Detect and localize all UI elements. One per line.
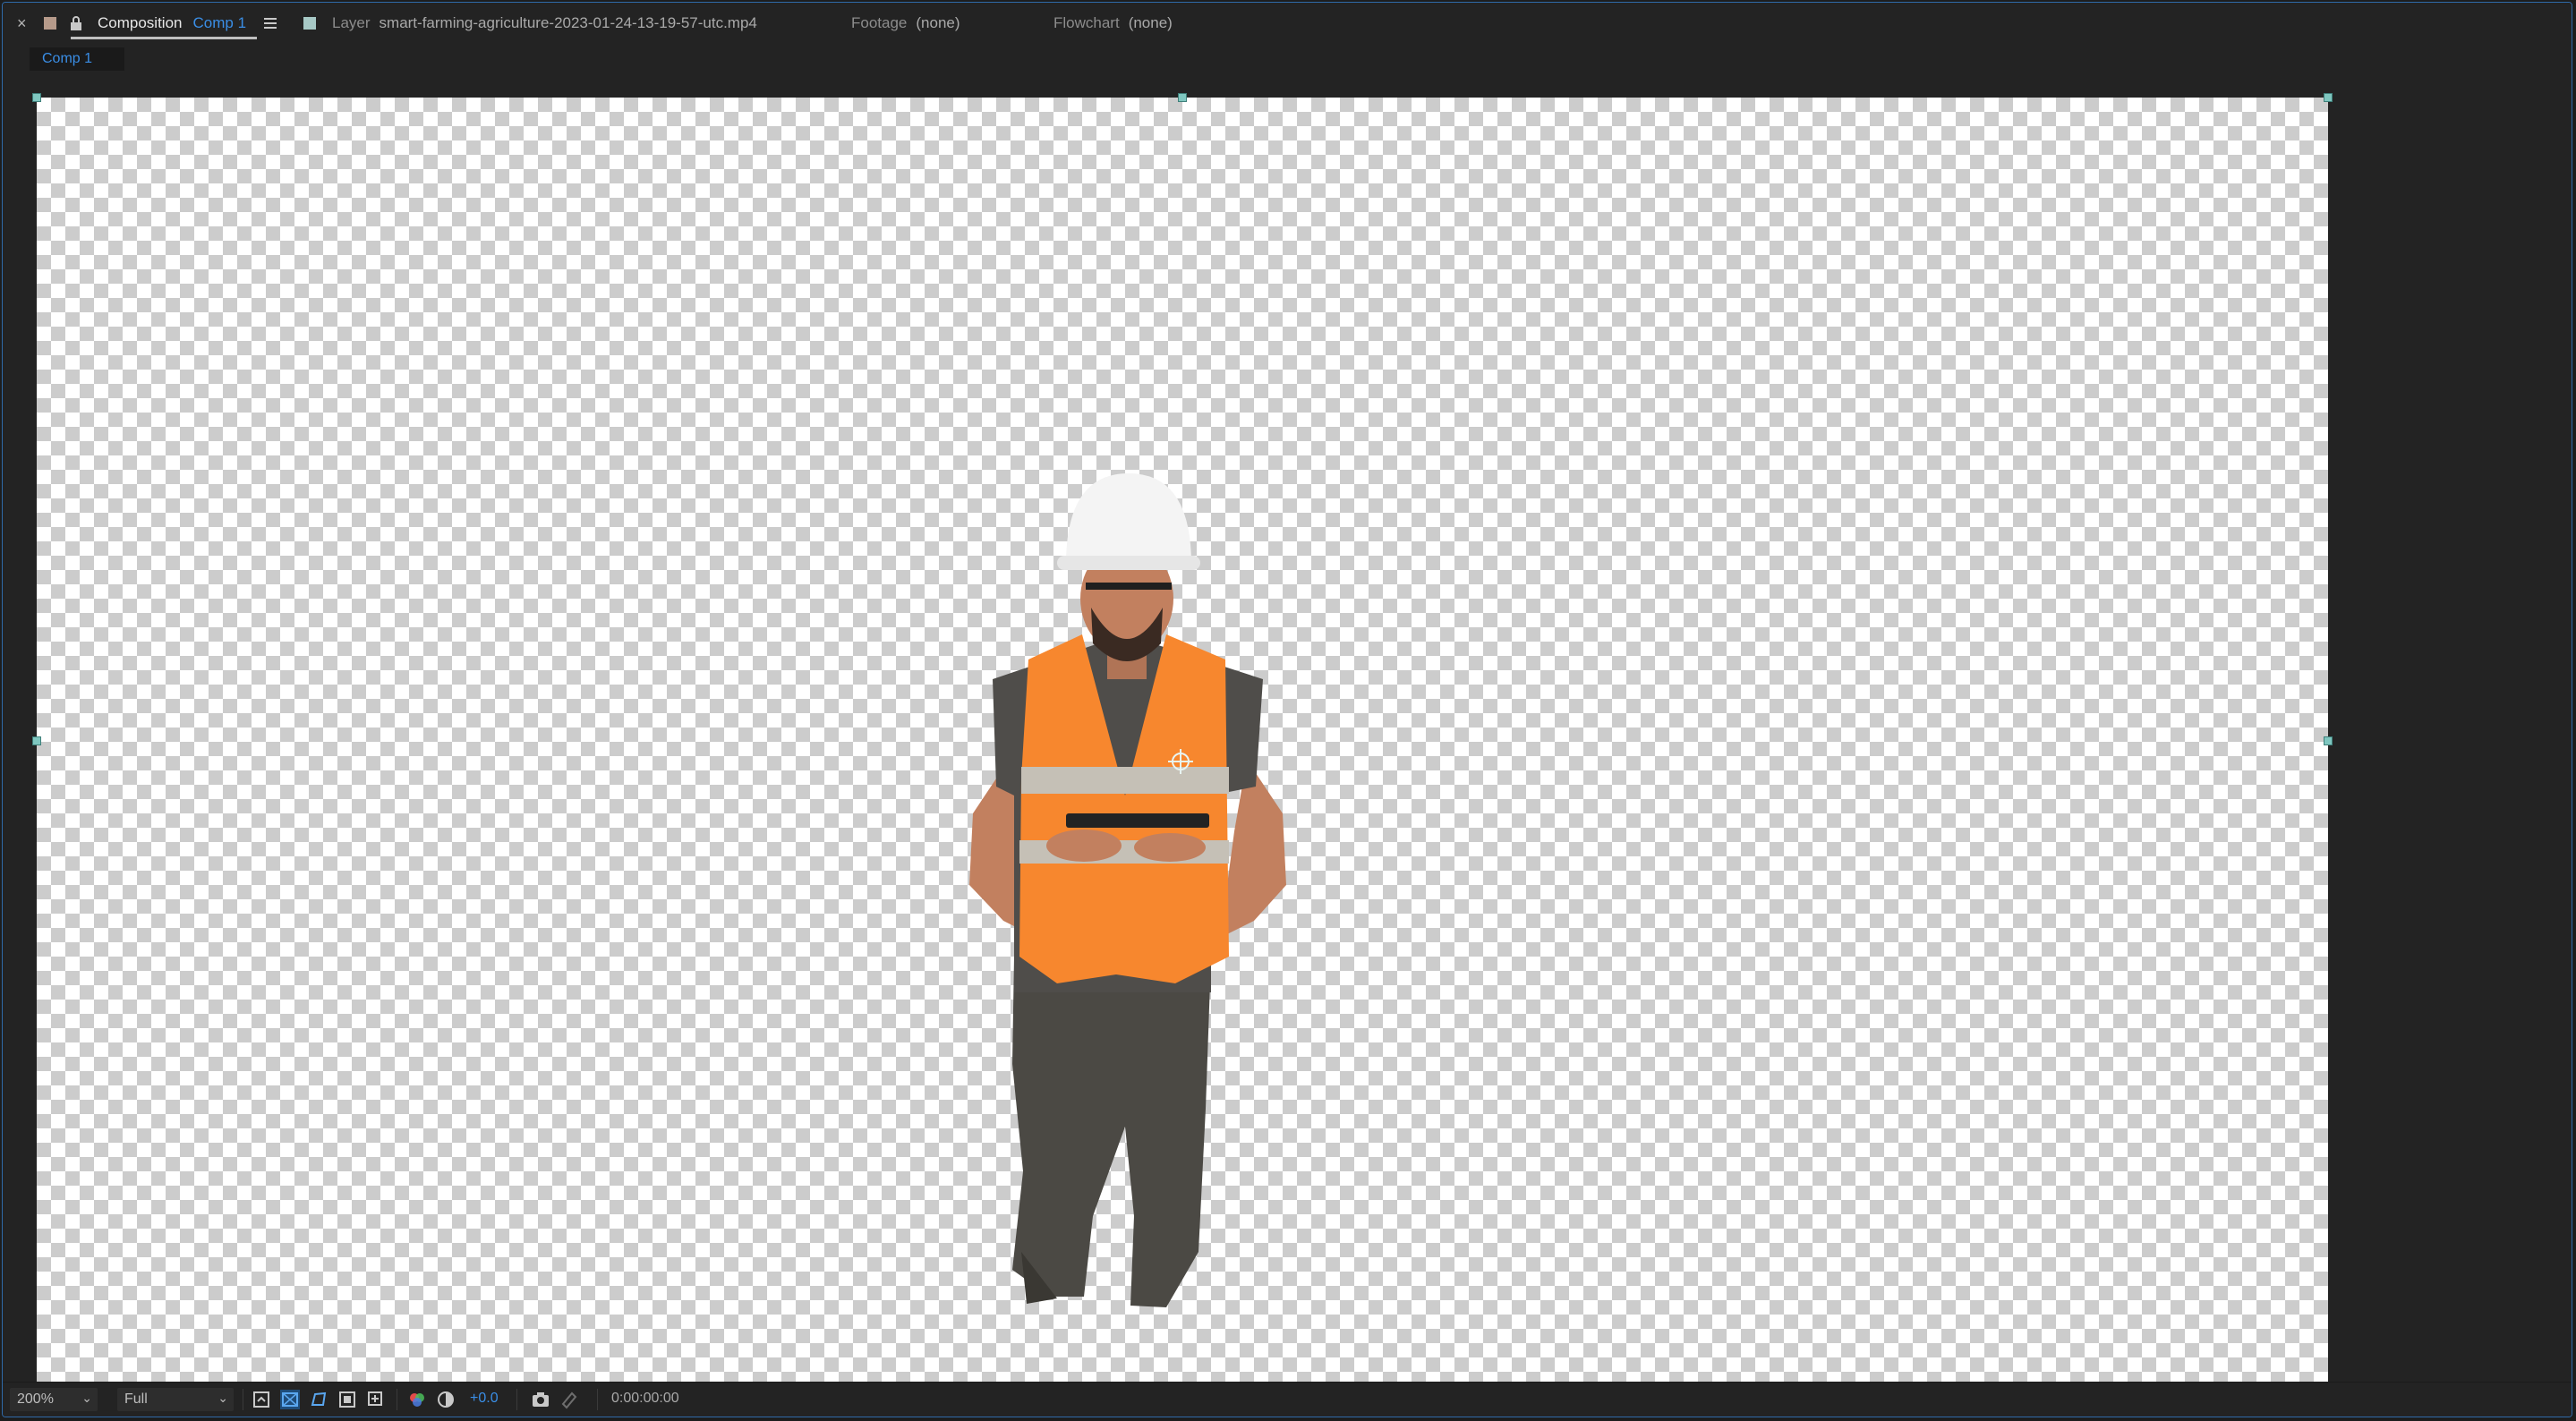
composition-panel: × Composition Comp 1 Layer smart-farming… xyxy=(2,2,2572,1417)
mask-path-icon[interactable] xyxy=(309,1390,328,1409)
close-tab-icon[interactable]: × xyxy=(17,14,37,33)
grid-guides-icon[interactable] xyxy=(366,1390,386,1409)
chevron-down-icon: ⌄ xyxy=(81,1391,92,1405)
transparency-grid-icon[interactable] xyxy=(280,1390,300,1409)
composition-navigator-item[interactable]: Comp 1 xyxy=(30,47,124,71)
viewer-controls-bar: 200% ⌄ Full ⌄ +0.0 0:00:00:00 xyxy=(3,1382,2572,1417)
resolution-dropdown[interactable]: Full ⌄ xyxy=(117,1388,234,1411)
composition-navigator-bar: Comp 1 xyxy=(3,44,2572,77)
tab-composition-kind: Composition xyxy=(98,14,183,31)
preview-time-icon[interactable] xyxy=(252,1390,271,1409)
exposure-value[interactable]: +0.0 xyxy=(470,1391,499,1407)
tab-layer[interactable]: Layer smart-farming-agriculture-2023-01-… xyxy=(303,3,757,44)
tab-footage-kind: Footage xyxy=(851,14,908,31)
active-tab-indicator xyxy=(71,37,257,39)
resolution-value: Full xyxy=(124,1391,148,1407)
separator xyxy=(516,1389,517,1410)
show-snapshot-icon[interactable] xyxy=(559,1390,579,1409)
layer-handle-right[interactable] xyxy=(2324,736,2333,745)
tab-layer-kind: Layer xyxy=(332,14,371,31)
layer-handle-top[interactable] xyxy=(1178,93,1187,102)
magnification-value: 200% xyxy=(17,1391,54,1407)
label-color-swatch[interactable] xyxy=(44,17,56,30)
magnification-dropdown[interactable]: 200% ⌄ xyxy=(10,1388,98,1411)
color-channels-icon[interactable] xyxy=(407,1390,427,1409)
snapshot-icon[interactable] xyxy=(531,1390,550,1409)
tab-footage-value: (none) xyxy=(916,14,960,31)
panel-menu-icon[interactable] xyxy=(262,17,278,30)
layer-label-color-swatch xyxy=(303,17,316,30)
reset-exposure-icon[interactable] xyxy=(436,1390,456,1409)
tab-flowchart-value: (none) xyxy=(1128,14,1173,31)
tab-flowchart-kind: Flowchart xyxy=(1053,14,1120,31)
panel-tab-bar: × Composition Comp 1 Layer smart-farming… xyxy=(3,3,2572,44)
separator xyxy=(597,1389,598,1410)
composition-viewer[interactable] xyxy=(3,76,2572,1384)
tab-footage[interactable]: Footage (none) xyxy=(851,3,960,44)
layer-handle-top-left[interactable] xyxy=(32,93,41,102)
tab-composition-name: Comp 1 xyxy=(192,14,247,31)
tab-layer-name: smart-farming-agriculture-2023-01-24-13-… xyxy=(379,14,757,31)
layer-handle-left[interactable] xyxy=(32,736,41,745)
lock-icon[interactable] xyxy=(67,14,85,32)
composition-canvas[interactable] xyxy=(37,98,2328,1384)
worker-subject[interactable] xyxy=(37,98,2328,1384)
current-time-display[interactable]: 0:00:00:00 xyxy=(611,1391,679,1407)
chevron-down-icon: ⌄ xyxy=(218,1391,228,1405)
layer-handle-top-right[interactable] xyxy=(2324,93,2333,102)
region-of-interest-icon[interactable] xyxy=(337,1390,357,1409)
tab-flowchart[interactable]: Flowchart (none) xyxy=(1053,3,1173,44)
